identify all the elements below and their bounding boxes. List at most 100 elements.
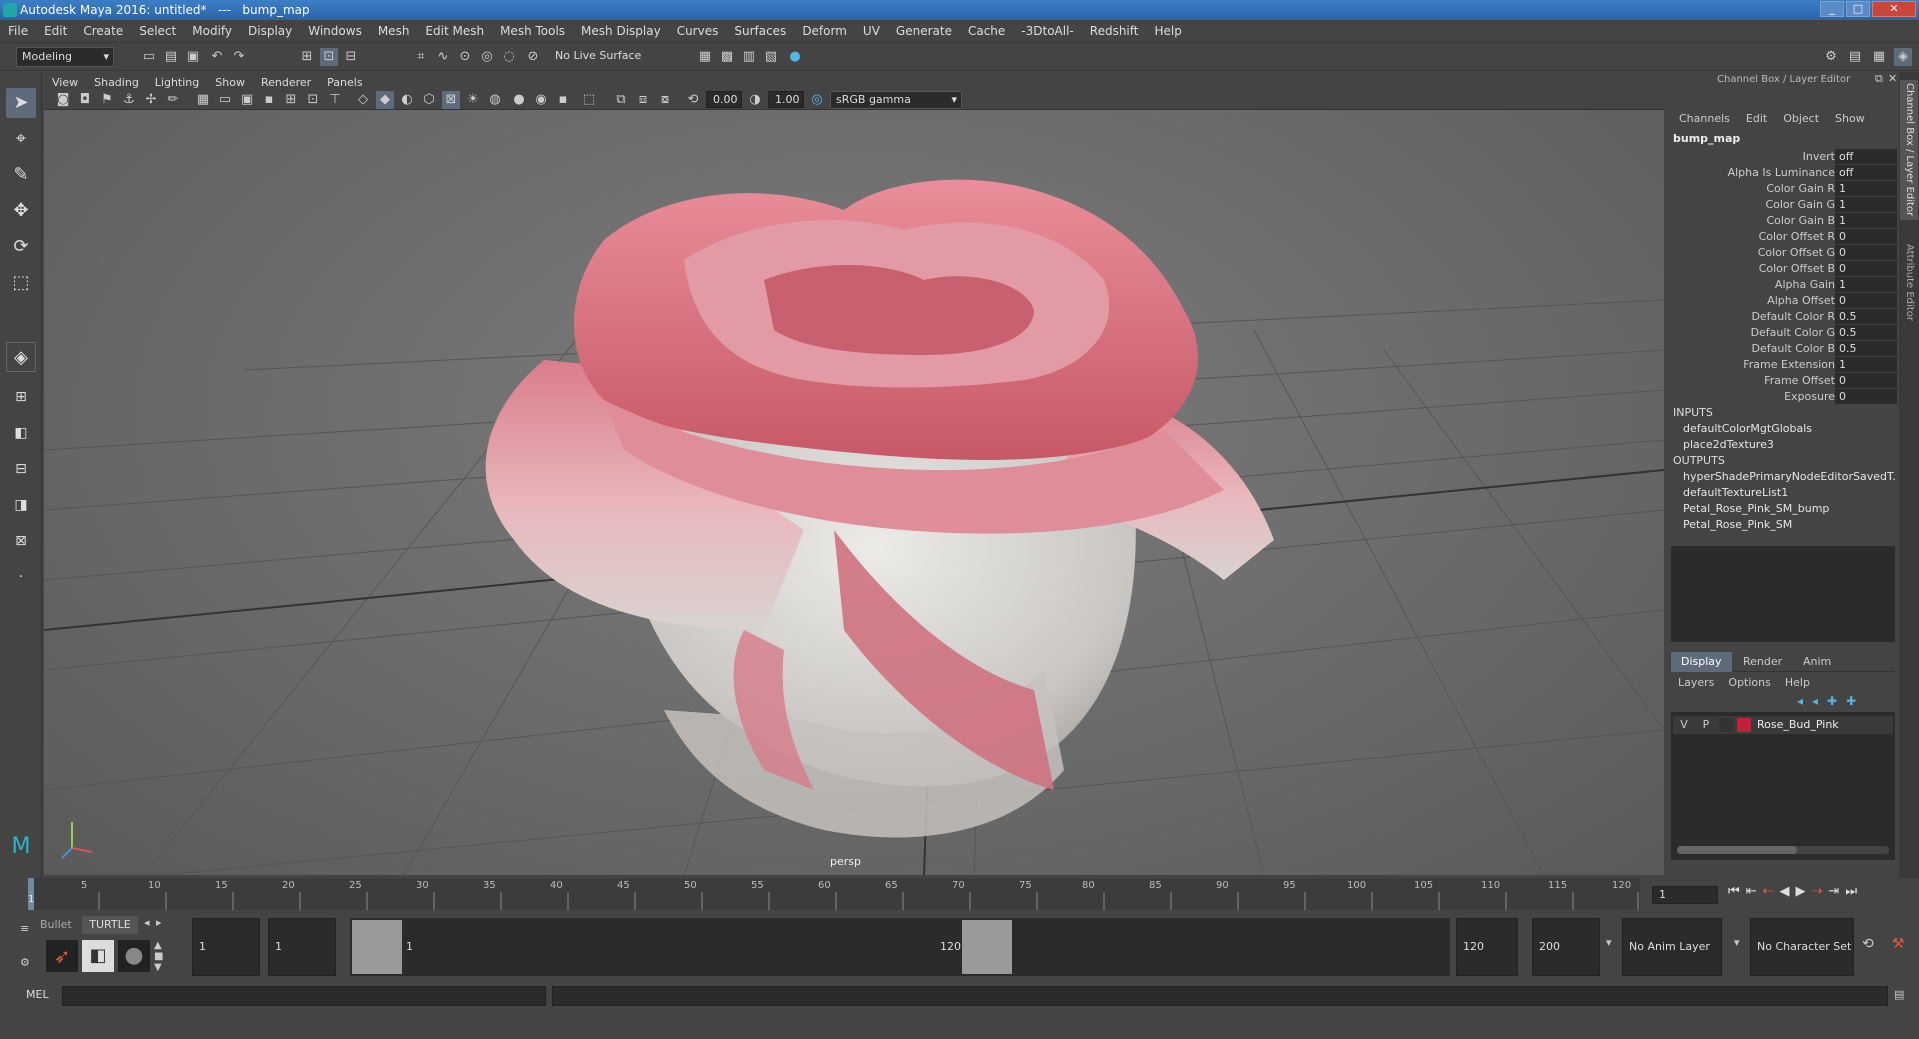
use-all-lights-icon[interactable]: ☀: [464, 91, 482, 109]
rotate-tool-icon[interactable]: ⟳: [6, 232, 36, 262]
attr-row[interactable]: Frame Offset 0: [1667, 373, 1899, 389]
turtle-shader-icon[interactable]: ●: [118, 940, 150, 972]
render-settings-icon[interactable]: ▧: [762, 48, 780, 66]
menu-generate[interactable]: Generate: [888, 24, 960, 38]
layout-options-icon[interactable]: ·: [6, 562, 36, 592]
film-gate-icon[interactable]: ▭: [216, 91, 234, 109]
menu-edit-mesh[interactable]: Edit Mesh: [417, 24, 492, 38]
rose-bud-model[interactable]: [485, 179, 1274, 838]
menu-create[interactable]: Create: [75, 24, 131, 38]
default-material-icon[interactable]: ◐: [398, 91, 416, 109]
minimize-button[interactable]: _: [1820, 1, 1844, 17]
command-language-label[interactable]: MEL: [26, 988, 49, 1001]
start-time-field[interactable]: 1: [192, 918, 260, 976]
character-set-arrow-icon[interactable]: ▾: [1734, 936, 1740, 949]
four-view-layout-icon[interactable]: ⊞: [6, 382, 36, 412]
wireframe-icon[interactable]: ◇: [354, 91, 372, 109]
layer-list-scrollbar[interactable]: [1677, 846, 1889, 854]
layer-playback-toggle[interactable]: P: [1699, 718, 1713, 731]
move-tool-icon[interactable]: ✥: [6, 196, 36, 226]
new-scene-icon[interactable]: ▭: [140, 48, 158, 66]
menu-mesh-tools[interactable]: Mesh Tools: [492, 24, 573, 38]
grease-pencil-icon[interactable]: ✏: [164, 91, 182, 109]
menu-surfaces[interactable]: Surfaces: [726, 24, 794, 38]
two-d-pan-icon[interactable]: ✢: [142, 91, 160, 109]
menu-uv[interactable]: UV: [855, 24, 888, 38]
layer-help-menu[interactable]: Help: [1778, 676, 1817, 689]
input-node[interactable]: place2dTexture3: [1683, 438, 1895, 451]
tab-anim[interactable]: Anim: [1793, 652, 1841, 672]
attr-row[interactable]: Invert off: [1667, 149, 1899, 165]
snap-grid-icon[interactable]: ⌗: [412, 48, 430, 66]
open-scene-icon[interactable]: ▤: [162, 48, 180, 66]
render-frame-icon[interactable]: ▩: [718, 48, 736, 66]
tab-attribute-editor[interactable]: Attribute Editor: [1900, 232, 1918, 332]
turtle-render-icon[interactable]: ➶: [46, 940, 78, 972]
tab-channel-box[interactable]: Channel Box / Layer Editor: [1900, 80, 1918, 220]
single-view-layout-icon[interactable]: ◈: [6, 342, 36, 372]
playback-end-field[interactable]: 120: [1456, 918, 1518, 976]
tab-render[interactable]: Render: [1733, 652, 1792, 672]
menu-redshift[interactable]: Redshift: [1082, 24, 1147, 38]
panel-menu-shading[interactable]: Shading: [86, 76, 147, 89]
snap-curve-icon[interactable]: ∿: [434, 48, 452, 66]
attr-row[interactable]: Alpha Is Luminance off: [1667, 165, 1899, 181]
node-name[interactable]: bump_map: [1673, 132, 1740, 145]
hypershade-icon[interactable]: ●: [786, 48, 804, 66]
character-set-field[interactable]: No Character Set: [1750, 918, 1854, 976]
close-panel-icon[interactable]: ✕: [1888, 72, 1897, 85]
turtle-bake-icon[interactable]: ◧: [82, 940, 114, 972]
screen-space-ao-icon[interactable]: ●: [510, 91, 528, 109]
lasso-tool-icon[interactable]: ⌖: [6, 124, 36, 154]
panel-menu-renderer[interactable]: Renderer: [253, 76, 319, 89]
channels-menu[interactable]: Channels: [1671, 112, 1738, 125]
textured-icon[interactable]: ⊠: [442, 91, 460, 109]
channels-show-menu[interactable]: Show: [1827, 112, 1873, 125]
shelf-tab-turtle[interactable]: TURTLE: [82, 916, 138, 934]
range-slider-end-handle[interactable]: [962, 920, 1012, 974]
play-backward-icon[interactable]: ◀: [1780, 884, 1790, 899]
paint-select-tool-icon[interactable]: ✎: [6, 160, 36, 190]
select-hierarchy-icon[interactable]: ⊞: [298, 48, 316, 66]
tool-settings-toggle-icon[interactable]: ▦: [1870, 48, 1888, 66]
select-tool-icon[interactable]: ➤: [6, 88, 36, 118]
attr-row[interactable]: Color Gain B1: [1667, 213, 1899, 229]
step-forward-key-icon[interactable]: ⇢: [1812, 884, 1823, 899]
menu-help[interactable]: Help: [1146, 24, 1189, 38]
attr-row[interactable]: Color Gain G1: [1667, 197, 1899, 213]
attr-row[interactable]: Color Offset R0: [1667, 229, 1899, 245]
shelf-settings-icon[interactable]: ⚙: [20, 956, 30, 969]
exposure-icon[interactable]: ⟲: [684, 91, 702, 109]
menu-display[interactable]: Display: [240, 24, 300, 38]
menu-set-dropdown[interactable]: Modeling ▾: [16, 47, 114, 67]
perspective-viewport[interactable]: [44, 110, 1664, 875]
anim-layer-field[interactable]: No Anim Layer: [1622, 918, 1722, 976]
view-transform-dropdown[interactable]: sRGB gamma ▾: [830, 91, 962, 109]
undo-icon[interactable]: ↶: [208, 48, 226, 66]
snap-surface-icon[interactable]: ◌: [500, 48, 518, 66]
shelf-scroll-right-icon[interactable]: ▸: [156, 916, 162, 929]
close-button[interactable]: ✕: [1872, 1, 1916, 17]
layer-action-icons[interactable]: ◂◂✚✚: [1797, 694, 1865, 708]
output-node[interactable]: hyperShadePrimaryNodeEditorSavedT...: [1683, 470, 1895, 483]
gate-mask-icon[interactable]: ▪: [260, 91, 278, 109]
select-object-icon[interactable]: ⊡: [320, 48, 338, 66]
go-to-start-icon[interactable]: ⏮: [1728, 884, 1740, 899]
render-view-icon[interactable]: ▦: [696, 48, 714, 66]
attr-row[interactable]: Color Gain R1: [1667, 181, 1899, 197]
shadows-icon[interactable]: ◍: [486, 91, 504, 109]
output-node[interactable]: defaultTextureList1: [1683, 486, 1895, 499]
maximize-button[interactable]: □: [1846, 1, 1870, 17]
panel-menu-panels[interactable]: Panels: [319, 76, 370, 89]
modeling-toolkit-icon[interactable]: ⚙: [1822, 48, 1840, 66]
grid-icon[interactable]: ▦: [194, 91, 212, 109]
channels-object-menu[interactable]: Object: [1775, 112, 1827, 125]
menu-file[interactable]: File: [0, 24, 36, 38]
persp-graph-layout-icon[interactable]: ⊟: [6, 454, 36, 484]
xray-icon[interactable]: ⧉: [612, 91, 630, 109]
menu-windows[interactable]: Windows: [300, 24, 370, 38]
attr-row[interactable]: Alpha Offset 0: [1667, 293, 1899, 309]
xray-components-icon[interactable]: ⧇: [656, 91, 674, 109]
shelf-scroll-left-icon[interactable]: ◂: [144, 916, 150, 929]
range-slider[interactable]: 1 120: [350, 918, 1450, 976]
